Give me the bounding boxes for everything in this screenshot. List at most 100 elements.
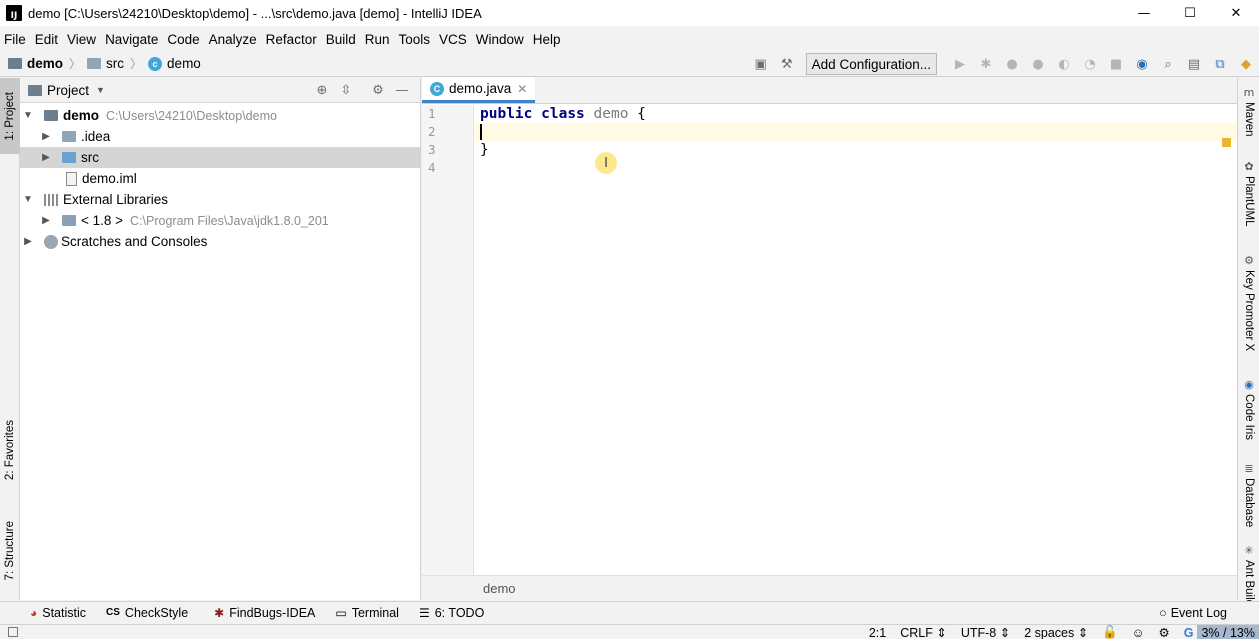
inspector-icon[interactable]: ☺ <box>1132 626 1145 639</box>
menu-file[interactable]: File <box>0 32 30 47</box>
memory-indicator[interactable]: 3% / 13% <box>1197 625 1259 639</box>
folder-icon <box>87 58 102 69</box>
tab-database[interactable]: ≣ Database <box>1238 462 1259 527</box>
menu-view[interactable]: View <box>63 32 100 47</box>
tree-item-src[interactable]: ▶ src <box>20 147 420 168</box>
run-icon[interactable]: ▶ <box>947 53 973 75</box>
project-structure-icon[interactable]: ▣ <box>748 53 774 75</box>
project-files-icon[interactable]: ▤ <box>1181 53 1207 75</box>
line-number: 4 <box>428 160 436 175</box>
tree-item-external-libraries[interactable]: ▼ External Libraries <box>20 189 420 210</box>
tab-maven[interactable]: m Maven <box>1238 86 1259 137</box>
project-panel-header: Project ▼ ⊕ ⇳ ⚙ — <box>20 78 420 103</box>
chevron-right-icon[interactable]: ▶ <box>38 215 54 226</box>
chevron-right-icon[interactable]: ▶ <box>38 152 54 163</box>
chevron-right-icon[interactable]: ▶ <box>38 131 54 142</box>
plugin-icon[interactable]: ◆ <box>1233 53 1259 75</box>
run-with-icon[interactable]: ◐ <box>1051 53 1077 75</box>
locate-icon[interactable]: ⊕ <box>310 83 334 98</box>
code-line[interactable] <box>474 159 1237 177</box>
tab-project[interactable]: 1: Project <box>0 78 20 154</box>
search-icon[interactable]: ⌕ <box>1155 53 1181 75</box>
tab-key-promoter[interactable]: ⚙ Key Promoter X <box>1238 254 1259 351</box>
menu-help[interactable]: Help <box>529 32 565 47</box>
editor-breadcrumb[interactable]: demo <box>422 575 1237 600</box>
debug-icon[interactable]: ✱ <box>973 53 999 75</box>
tool-findbugs[interactable]: ✱ FindBugs-IDEA <box>214 606 315 620</box>
hide-icon[interactable]: — <box>390 83 414 98</box>
inspection-warning-icon[interactable] <box>1222 138 1231 147</box>
tab-ant-build[interactable]: ✳ Ant Build <box>1238 544 1259 606</box>
tab-plantuml[interactable]: ✿ PlantUML <box>1238 160 1259 227</box>
line-separator[interactable]: CRLF ⇕ <box>900 625 947 639</box>
collapse-all-icon[interactable]: ⇳ <box>334 83 358 98</box>
translate-icon[interactable]: ⧉ <box>1207 53 1233 75</box>
file-encoding[interactable]: UTF-8 ⇕ <box>961 625 1010 639</box>
tab-favorites[interactable]: 2: Favorites <box>0 408 20 492</box>
chevron-down-icon[interactable]: ▼ <box>20 194 36 205</box>
indent-setting[interactable]: 2 spaces ⇕ <box>1024 625 1088 639</box>
line-number: 2 <box>428 124 436 139</box>
tree-item-scratches[interactable]: ▶ Scratches and Consoles <box>20 231 420 252</box>
lock-icon[interactable]: 🔓 <box>1102 625 1118 639</box>
close-button[interactable]: ✕ <box>1213 0 1259 26</box>
maven-icon: m <box>1243 86 1255 99</box>
left-tool-strip: 1: Project 2: Favorites 7: Structure <box>0 78 20 600</box>
scratch-icon <box>44 234 58 249</box>
menu-build[interactable]: Build <box>322 32 360 47</box>
breadcrumb-item-demo[interactable]: demo <box>27 56 63 71</box>
caret-position[interactable]: 2:1 <box>869 626 886 639</box>
menu-analyze[interactable]: Analyze <box>205 32 261 47</box>
gear-icon[interactable]: ⚙ <box>366 83 390 98</box>
menu-run[interactable]: Run <box>361 32 394 47</box>
text-caret <box>480 124 482 140</box>
breadcrumb-item-class[interactable]: demo <box>167 56 201 71</box>
chevron-down-icon: ▼ <box>96 85 105 95</box>
menu-code[interactable]: Code <box>163 32 203 47</box>
menu-vcs[interactable]: VCS <box>435 32 471 47</box>
tool-statistic[interactable]: ◕ Statistic <box>30 606 86 620</box>
tool-todo[interactable]: ☰ 6: TODO <box>419 606 484 620</box>
checkstyle-icon: CS <box>106 607 120 618</box>
code-line[interactable]: public class demo { <box>474 105 1237 123</box>
add-configuration-button[interactable]: Add Configuration... <box>805 53 937 75</box>
close-icon[interactable]: ✕ <box>517 82 527 96</box>
window-title: demo [C:\Users\24210\Desktop\demo] - ...… <box>28 5 482 21</box>
maximize-button[interactable]: ☐ <box>1167 0 1213 26</box>
tool-windows-toggle-icon[interactable] <box>8 627 18 637</box>
database-icon: ≣ <box>1244 462 1254 475</box>
attach-icon[interactable]: ◔ <box>1077 53 1103 75</box>
chevron-right-icon[interactable]: ▶ <box>20 236 36 247</box>
menu-navigate[interactable]: Navigate <box>101 32 162 47</box>
tree-item-jdk[interactable]: ▶ < 1.8 > C:\Program Files\Java\jdk1.8.0… <box>20 210 420 231</box>
chevron-down-icon[interactable]: ▼ <box>20 110 36 121</box>
code-line[interactable]: } <box>474 141 1237 159</box>
tool-terminal[interactable]: ▭ Terminal <box>335 606 399 620</box>
tree-item-idea[interactable]: ▶ .idea <box>20 126 420 147</box>
stop-icon[interactable]: ■ <box>1103 53 1129 75</box>
menu-window[interactable]: Window <box>472 32 528 47</box>
menu-refactor[interactable]: Refactor <box>262 32 321 47</box>
profile-icon[interactable]: ● <box>1025 53 1051 75</box>
tab-structure[interactable]: 7: Structure <box>0 506 20 596</box>
tree-item-demo-iml[interactable]: demo.iml <box>20 168 420 189</box>
minimize-button[interactable]: — <box>1121 0 1167 26</box>
settings-icon[interactable]: ⚙ <box>1159 625 1170 639</box>
update-icon[interactable]: ◉ <box>1129 53 1155 75</box>
breadcrumb-item-src[interactable]: src <box>106 56 124 71</box>
project-view-selector[interactable]: Project ▼ <box>28 83 105 98</box>
line-number: 3 <box>428 142 436 157</box>
code-line-current[interactable] <box>474 123 1237 141</box>
coverage-icon[interactable]: ● <box>999 53 1025 75</box>
tab-code-iris[interactable]: ◉ Code Iris <box>1238 378 1259 440</box>
event-log-icon: ○ <box>1159 606 1167 620</box>
build-hammer-icon[interactable]: ⚒ <box>774 53 800 75</box>
menu-tools[interactable]: Tools <box>395 32 435 47</box>
tool-checkstyle[interactable]: CS CheckStyle <box>106 606 188 620</box>
google-icon[interactable]: G <box>1184 626 1194 639</box>
editor-tab-demo-java[interactable]: C demo.java ✕ <box>422 77 536 103</box>
code-editor[interactable]: public class demo { } I <box>474 105 1237 575</box>
event-log-button[interactable]: ○ Event Log <box>1159 602 1227 624</box>
tree-item-demo[interactable]: ▼ demo C:\Users\24210\Desktop\demo <box>20 105 420 126</box>
menu-edit[interactable]: Edit <box>31 32 62 47</box>
